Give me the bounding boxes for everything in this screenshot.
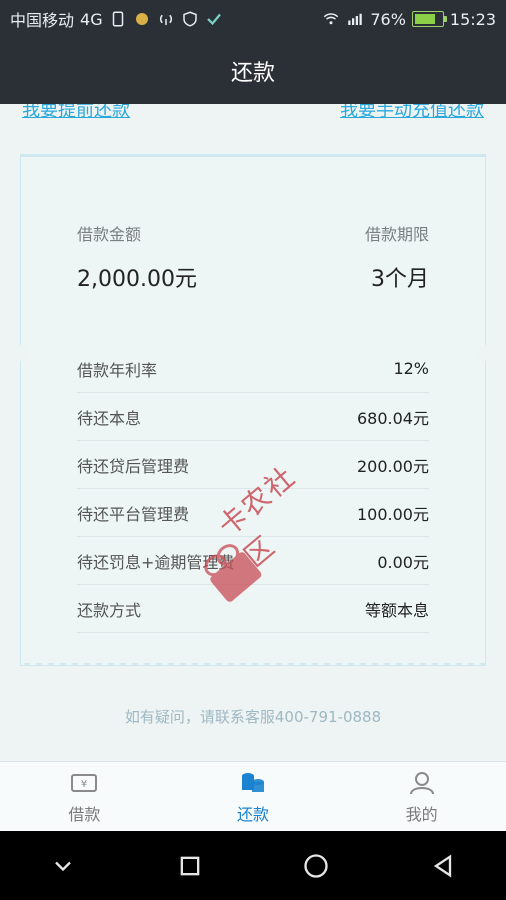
loan-summary-values: 2,000.00元 3个月 — [77, 261, 429, 293]
check-icon — [205, 10, 223, 28]
page-title: 还款 — [230, 61, 275, 86]
ticket-notch-right — [477, 345, 493, 361]
list-item: 还款方式 等额本息 — [77, 585, 429, 633]
clock: 15:23 — [449, 9, 496, 29]
item-value: 200.00元 — [357, 456, 429, 476]
recents-button[interactable] — [175, 851, 205, 881]
svg-text:¥: ¥ — [81, 779, 87, 790]
tab-loan[interactable]: ¥ 借款 — [0, 762, 169, 832]
tab-repayment[interactable]: 还款 — [169, 762, 338, 832]
item-value: 680.04元 — [357, 408, 429, 428]
status-bar: 中国移动 4G 76% 15:23 — [0, 0, 506, 38]
loan-amount-label: 借款金额 — [77, 225, 142, 244]
wifi-icon — [322, 10, 340, 28]
wallet-icon: ¥ — [69, 769, 99, 797]
collapse-button[interactable] — [48, 851, 78, 881]
list-item: 借款年利率 12% — [77, 345, 429, 393]
item-value: 等额本息 — [364, 600, 429, 620]
card-wave-edge — [21, 663, 485, 671]
chevron-down-icon — [55, 861, 72, 871]
loan-summary-card: 借款金额 借款期限 2,000.00元 3个月 借款年利率 12% 待还本息 6… — [13, 154, 493, 671]
list-item: 待还本息 680.04元 — [77, 393, 429, 441]
help-text: 如有疑问，请联系客服400-791-0888 — [124, 708, 382, 726]
user-icon — [407, 769, 437, 797]
system-nav-bar — [0, 831, 506, 900]
card-top-border — [21, 154, 485, 157]
battery-icon — [411, 11, 447, 27]
item-value: 12% — [393, 359, 429, 378]
item-value: 100.00元 — [357, 504, 429, 524]
nav-bar: 还款 — [0, 38, 506, 104]
bottom-tab-bar: ¥ 借款 还款 我的 — [0, 761, 506, 832]
item-label: 待还本息 — [77, 408, 142, 428]
manual-recharge-link[interactable]: 我要手动充值还款 — [340, 104, 484, 121]
signal-antenna-icon — [157, 10, 175, 28]
loan-amount-value: 2,000.00元 — [77, 267, 197, 292]
home-button[interactable] — [301, 851, 331, 881]
circle-icon — [304, 853, 328, 878]
loan-term-value: 3个月 — [371, 267, 429, 292]
shield-icon — [181, 10, 199, 28]
cellular-signal-icon — [346, 10, 364, 28]
back-button[interactable] — [428, 851, 458, 881]
carrier-name: 中国移动 — [10, 11, 75, 30]
list-item: 待还平台管理费 100.00元 — [77, 489, 429, 537]
item-value: 0.00元 — [377, 552, 429, 572]
network-type: 4G — [80, 9, 103, 29]
sim-icon — [109, 10, 127, 28]
notification-icon — [133, 10, 151, 28]
tab-label: 借款 — [68, 805, 101, 824]
repayment-content: 我要提前还款 我要手动充值还款 借款金额 借款期限 2,000.00元 3个月 … — [0, 104, 506, 761]
prepay-link[interactable]: 我要提前还款 — [22, 104, 130, 121]
list-item: 待还罚息+逾期管理费 0.00元 — [77, 537, 429, 585]
tab-label: 我的 — [405, 805, 438, 824]
loan-summary-labels: 借款金额 借款期限 — [77, 221, 429, 245]
tab-label: 还款 — [237, 805, 270, 824]
loan-term-label: 借款期限 — [364, 225, 429, 244]
loan-details-list: 借款年利率 12% 待还本息 680.04元 待还贷后管理费 200.00元 待… — [77, 345, 429, 633]
list-item: 待还贷后管理费 200.00元 — [77, 441, 429, 489]
item-label: 还款方式 — [77, 600, 142, 620]
battery-percent: 76% — [370, 9, 406, 29]
triangle-back-icon — [433, 853, 451, 878]
item-label: 待还罚息+逾期管理费 — [77, 552, 235, 572]
item-label: 待还平台管理费 — [77, 504, 190, 524]
item-label: 借款年利率 — [77, 360, 158, 380]
item-label: 待还贷后管理费 — [77, 456, 190, 476]
tab-profile[interactable]: 我的 — [337, 762, 506, 832]
coins-icon — [238, 769, 268, 797]
ticket-notch-left — [13, 345, 29, 361]
status-left: 中国移动 4G — [10, 7, 223, 31]
top-links: 我要提前还款 我要手动充值还款 — [0, 104, 506, 121]
status-right: 76% 15:23 — [322, 10, 496, 29]
square-icon — [180, 856, 200, 875]
